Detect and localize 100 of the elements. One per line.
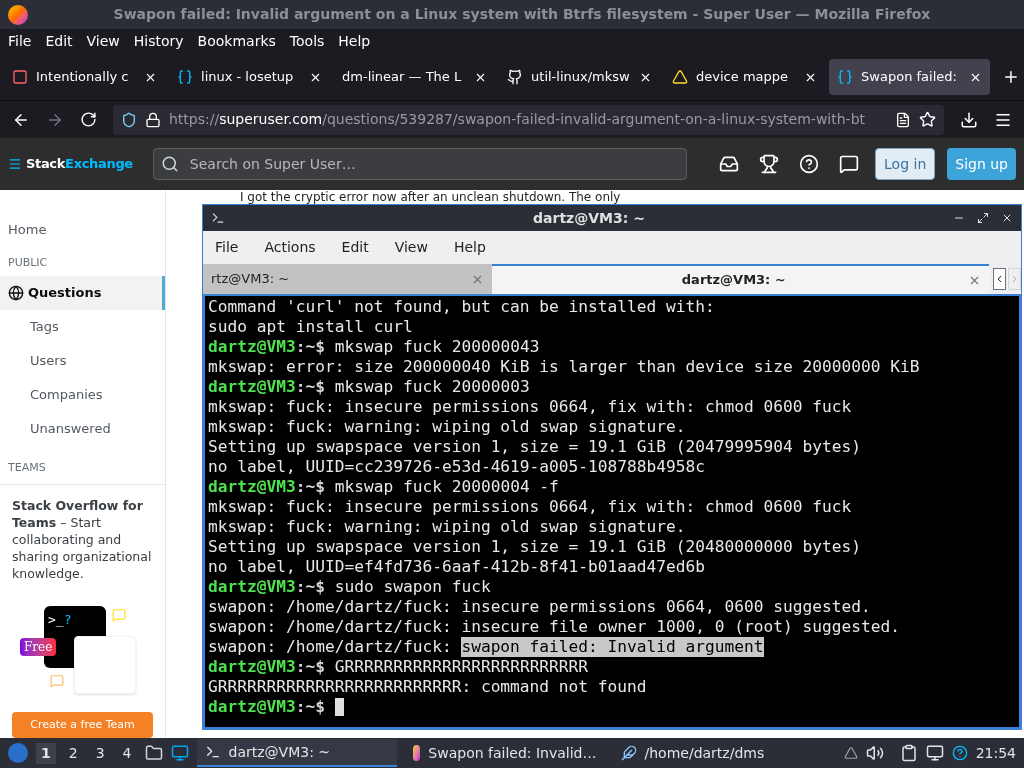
trophy-icon[interactable] [759, 154, 780, 174]
nav-item[interactable]: Companies [0, 377, 165, 412]
tab-title: dartz@VM3: ~ [680, 271, 787, 290]
clock: 21:54 [975, 743, 1016, 763]
nav-item[interactable]: Tags [0, 309, 165, 344]
output-line: GRRRRRRRRRRRRRRRRRRRRRRRRR: command not found [208, 677, 647, 697]
help-icon[interactable] [799, 154, 820, 174]
reader-view-icon[interactable] [895, 111, 911, 128]
browser-tab[interactable]: linux - losetup [169, 59, 331, 95]
output-line: mkswap: fuck: insecure permissions 0664, fix with: chmod 0600 fuck [208, 497, 852, 517]
taskbar-task[interactable]: /home/dartz/dms [612, 739, 813, 767]
bookmark-star-icon[interactable] [919, 111, 936, 128]
command-text: sudo swapon fuck [333, 577, 491, 597]
output-line: swapon: /home/dartz/fuck: insecure file owner 1000, 0 (root) suggested. [208, 617, 900, 637]
section-heading: TEAMS [7, 459, 47, 476]
menu-item[interactable]: Actions [264, 237, 316, 258]
tab-title: dm-linear — The L [342, 68, 463, 87]
terminal-tab[interactable]: dartz@VM3: ~ [491, 264, 989, 294]
nav-item[interactable]: Questions [0, 275, 165, 310]
speech-bubble-icon [112, 608, 126, 622]
new-tab-icon[interactable] [1002, 68, 1020, 86]
search-icon [160, 155, 179, 173]
menu-item[interactable]: Help [453, 237, 486, 258]
login-button[interactable]: Log in [875, 148, 936, 180]
free-badge: Free [20, 638, 57, 656]
chat-icon[interactable] [839, 154, 860, 174]
workspace-button[interactable]: 2 [63, 742, 83, 764]
github-icon [507, 69, 524, 85]
clipboard-icon[interactable] [899, 744, 918, 762]
close-icon[interactable] [1001, 212, 1013, 224]
output-line: Command 'curl' not found, but can be installed with: [208, 297, 715, 317]
output-line: no label, UUID=cc239726-e53d-4619-a005-108788b4958c [208, 457, 706, 477]
output-line: mkswap: error: size 200000040 KiB is larger than device size 20000000 KiB [208, 357, 920, 377]
search-field[interactable]: Search on Super User… [152, 148, 688, 180]
workspace-button[interactable]: 3 [90, 742, 110, 764]
menu-item[interactable]: Bookmarks [197, 31, 276, 52]
start-menu-icon[interactable] [8, 743, 28, 763]
terminal-icon [204, 744, 221, 760]
browser-tab[interactable]: device mappe [664, 59, 826, 95]
home-link[interactable]: Home [0, 220, 165, 243]
nav-item[interactable]: Unanswered [0, 411, 165, 446]
network-icon[interactable] [925, 744, 944, 762]
menu-item[interactable]: File [215, 237, 239, 258]
prompt-user: dartz@VM3 [208, 577, 296, 597]
prompt-path: :~$ [295, 697, 325, 717]
workspace-button[interactable]: 1 [36, 742, 56, 764]
scroll-left-icon[interactable] [993, 268, 1006, 290]
shield-icon [121, 111, 137, 128]
taskbar-task[interactable]: dartz@VM3: ~ [196, 739, 397, 767]
menu-item[interactable]: Help [338, 31, 371, 52]
prompt-path: :~$ [295, 337, 325, 357]
command-text: mkswap fuck 20000003 [333, 377, 530, 397]
command-text: mkswap fuck 200000043 [333, 337, 540, 357]
workspace-button[interactable]: 4 [117, 742, 137, 764]
output-line: mkswap: fuck: warning: wiping old swap signature. [208, 417, 686, 437]
braces-icon [837, 69, 854, 85]
browser-tab[interactable]: dm-linear — The L [334, 59, 496, 95]
prompt-path: :~$ [295, 477, 325, 497]
command-text: GRRRRRRRRRRRRRRRRRRRRRRRRR [333, 657, 589, 677]
browser-tab[interactable]: Swapon failed: [829, 59, 991, 95]
tray-arrow-icon[interactable] [843, 746, 858, 760]
maximize-icon[interactable] [977, 212, 989, 224]
prompt-user: dartz@VM3 [208, 377, 296, 397]
prompt-user: dartz@VM3 [208, 477, 296, 497]
inbox-icon[interactable] [719, 154, 740, 174]
tab-title: linux - losetup [201, 68, 295, 87]
output-line: mkswap: fuck: warning: wiping old swap signature. [208, 517, 686, 537]
tab-title: Intentionally c [36, 68, 130, 87]
output-line: swapon: /home/dartz/fuck: [208, 637, 453, 657]
taskbar-task[interactable]: Swapon failed: Invalid… [404, 739, 605, 767]
prompt-path: :~$ [295, 377, 325, 397]
folder-icon[interactable] [144, 744, 163, 762]
output-line: mkswap: fuck: insecure permissions 0664, fix with: chmod 0600 fuck [208, 397, 852, 417]
address-bar[interactable]: https://superuser.com/questions/539287/swapon-failed-invalid-argument-on-a-linux-system-with-bt [113, 104, 944, 135]
reload-icon[interactable] [80, 111, 97, 128]
terminal-output[interactable] [203, 294, 1021, 729]
window-title: dartz@VM3: ~ [532, 208, 646, 228]
menu-item[interactable]: History [133, 31, 184, 52]
prompt-path: :~$ [295, 577, 325, 597]
menu-item[interactable]: File [8, 31, 32, 52]
browser-tab[interactable]: util-linux/mksw [499, 59, 661, 95]
menu-item[interactable]: Edit [45, 31, 73, 52]
notification-icon[interactable] [951, 745, 968, 761]
braces-icon [177, 69, 193, 85]
desktop-icon[interactable] [170, 744, 189, 762]
download-icon[interactable] [960, 110, 978, 129]
terminal-tab[interactable]: rtz@VM3: ~ [203, 264, 492, 294]
url-text: https://superuser.com/questions/539287/swapon-failed-invalid-argument-on-a-linux-system-with-bt [169, 110, 867, 129]
nav-item[interactable]: Users [0, 343, 165, 378]
browser-tab[interactable]: Intentionally c [4, 59, 165, 95]
menu-item[interactable]: View [394, 237, 428, 258]
menu-item[interactable]: Tools [289, 31, 325, 52]
menu-item[interactable]: Edit [341, 237, 369, 258]
site-logo[interactable]: StackExchange [26, 154, 133, 174]
tab-title: rtz@VM3: ~ [211, 270, 291, 289]
prompt-user: dartz@VM3 [208, 337, 296, 357]
volume-icon[interactable] [865, 744, 884, 762]
menu-item[interactable]: View [86, 31, 120, 52]
output-line: Setting up swapspace version 1, size = 19.1 GiB (20479995904 bytes) [208, 437, 861, 457]
output-line: sudo apt install curl [208, 317, 413, 337]
